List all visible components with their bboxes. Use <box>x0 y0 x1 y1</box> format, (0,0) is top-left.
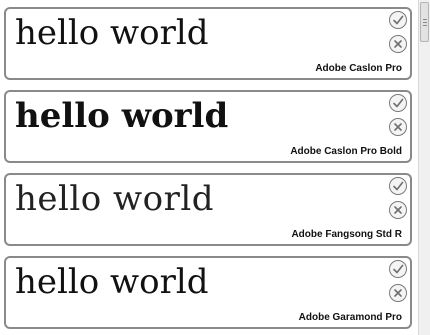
font-name-label: Adobe Caslon Pro <box>315 63 402 74</box>
check-circle-icon[interactable] <box>389 177 407 195</box>
check-circle-icon[interactable] <box>389 11 407 29</box>
font-preview-list-viewport: hello world Adobe Caslon Pro hello world… <box>0 0 430 335</box>
x-circle-icon[interactable] <box>389 201 407 219</box>
font-sample-text: hello world <box>15 179 215 219</box>
x-circle-icon[interactable] <box>389 118 407 136</box>
font-sample-text: hello world <box>15 262 209 302</box>
scrollbar-grip-line <box>423 22 427 23</box>
font-card[interactable]: hello world Adobe Garamond Pro <box>4 256 412 329</box>
font-name-label: Adobe Caslon Pro Bold <box>290 146 402 157</box>
x-circle-icon[interactable] <box>389 284 407 302</box>
x-circle-icon[interactable] <box>389 35 407 53</box>
scrollbar-thumb[interactable] <box>420 2 429 42</box>
font-card[interactable]: hello world Adobe Caslon Pro <box>4 7 412 80</box>
check-circle-icon[interactable] <box>389 260 407 278</box>
font-sample-text: hello world <box>15 13 209 53</box>
font-card[interactable]: hello world Adobe Fangsong Std R <box>4 173 412 246</box>
scrollbar-grip-line <box>423 25 427 26</box>
vertical-scrollbar[interactable] <box>418 0 430 335</box>
scrollbar-grip-line <box>423 19 427 20</box>
font-card[interactable]: hello world Adobe Caslon Pro Bold <box>4 90 412 163</box>
font-name-label: Adobe Garamond Pro <box>298 312 402 323</box>
font-sample-text: hello world <box>15 96 229 136</box>
font-name-label: Adobe Fangsong Std R <box>291 229 402 240</box>
check-circle-icon[interactable] <box>389 94 407 112</box>
